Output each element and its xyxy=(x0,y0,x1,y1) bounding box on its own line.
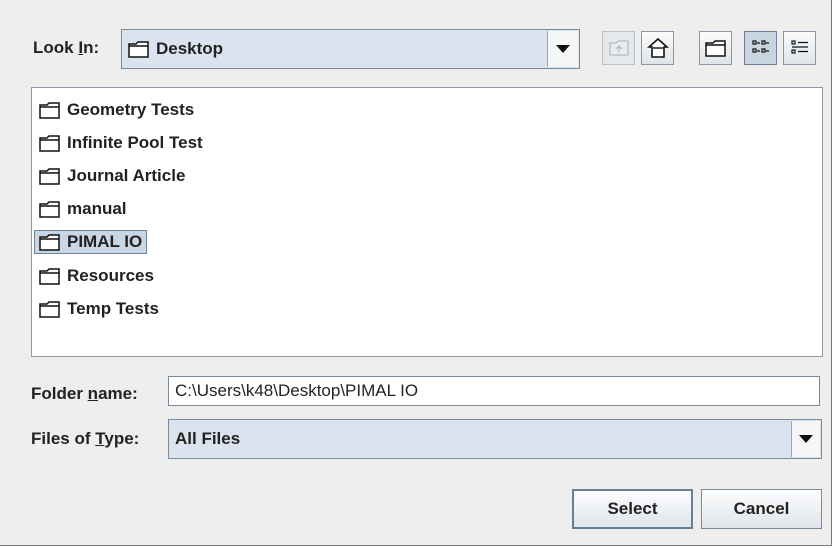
home-icon xyxy=(646,37,669,58)
list-item-label: Journal Article xyxy=(67,166,186,185)
file-list[interactable]: Geometry Tests Infinite Pool Test Journa… xyxy=(31,87,823,357)
cancel-button[interactable]: Cancel xyxy=(701,489,822,529)
list-view-button[interactable] xyxy=(744,31,777,65)
files-of-type-label: Files of Type: xyxy=(31,429,140,448)
folder-icon xyxy=(39,268,60,285)
look-in-value: Desktop xyxy=(156,39,224,58)
folder-icon xyxy=(128,41,149,58)
folder-name-field[interactable]: C:\Users\k48\Desktop\PIMAL IO xyxy=(168,376,820,406)
list-item[interactable]: Journal Article xyxy=(34,161,191,191)
up-one-level-button[interactable] xyxy=(602,31,635,65)
folder-icon xyxy=(39,102,60,119)
folder-icon xyxy=(39,234,60,251)
details-view-button[interactable] xyxy=(783,31,816,65)
list-item-label: manual xyxy=(67,199,127,218)
folder-icon xyxy=(39,135,60,152)
folder-icon xyxy=(39,301,60,318)
folder-icon xyxy=(39,168,60,185)
list-item[interactable]: Temp Tests xyxy=(34,294,165,324)
list-item[interactable]: Resources xyxy=(34,261,160,291)
new-folder-icon xyxy=(704,40,726,57)
list-item-label: Resources xyxy=(67,266,154,285)
look-in-dropdown-arrow[interactable] xyxy=(547,31,578,67)
chevron-down-icon xyxy=(556,45,570,53)
home-button[interactable] xyxy=(641,31,674,65)
look-in-label: Look In: xyxy=(33,38,100,57)
list-item-selected[interactable]: PIMAL IO xyxy=(34,227,148,257)
list-view-icon xyxy=(751,40,769,53)
folder-icon xyxy=(39,201,60,218)
list-item-label: Infinite Pool Test xyxy=(67,133,203,152)
files-of-type-combo[interactable]: All Files xyxy=(168,419,822,459)
up-one-level-icon xyxy=(609,40,628,56)
new-folder-button[interactable] xyxy=(699,31,732,65)
list-item-label: Temp Tests xyxy=(67,299,159,318)
list-item-label: Geometry Tests xyxy=(67,100,195,119)
details-view-icon xyxy=(790,40,808,54)
list-item[interactable]: Geometry Tests xyxy=(34,95,200,125)
chevron-down-icon xyxy=(799,435,813,443)
files-of-type-value: All Files xyxy=(175,429,241,448)
select-button[interactable]: Select xyxy=(572,489,693,529)
files-of-type-dropdown-arrow[interactable] xyxy=(791,421,820,457)
list-item-label: PIMAL IO xyxy=(67,232,143,251)
look-in-combo[interactable]: Desktop xyxy=(121,29,580,69)
list-item[interactable]: manual xyxy=(34,194,133,224)
list-item[interactable]: Infinite Pool Test xyxy=(34,128,209,158)
file-chooser-dialog: Look In: Desktop Geometry Tests Infinite… xyxy=(0,0,832,546)
folder-name-label: Folder name: xyxy=(31,384,138,403)
